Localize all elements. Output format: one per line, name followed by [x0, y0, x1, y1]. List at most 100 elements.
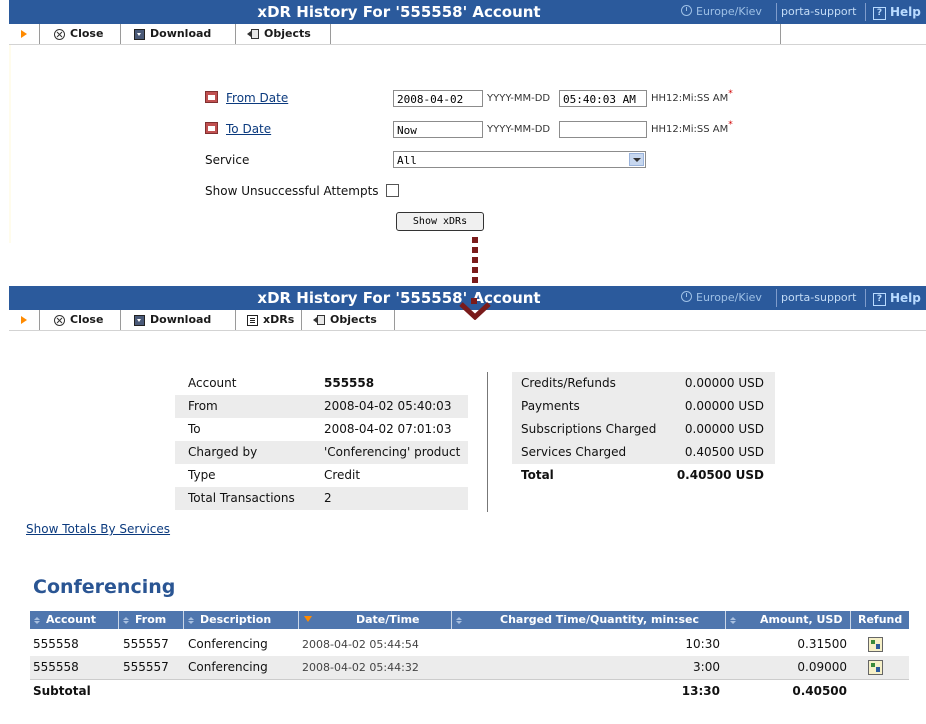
cell-charged: 10:30 — [685, 637, 720, 651]
sort-icon — [123, 617, 129, 624]
col-from[interactable]: From — [123, 611, 166, 629]
from-date-link[interactable]: From Date — [205, 91, 288, 105]
to-date-input[interactable]: Now — [393, 121, 483, 138]
cell-account: 555558 — [33, 637, 79, 651]
summary-label: Services Charged — [521, 445, 627, 459]
summary-label: Charged by — [188, 445, 258, 459]
objects-icon — [247, 29, 259, 39]
to-date-link[interactable]: To Date — [205, 122, 271, 136]
summary-label: Total — [521, 468, 554, 482]
cell-from: 555557 — [123, 660, 169, 674]
page-title: xDR History For '555558' Account — [257, 289, 541, 307]
show-totals-link[interactable]: Show Totals By Services — [26, 522, 170, 536]
cell-charged: 3:00 — [693, 660, 720, 674]
clock-icon — [681, 291, 692, 302]
summary-row: Type Credit — [175, 464, 468, 487]
user-link[interactable]: porta-support — [781, 0, 857, 24]
subtotal-label: Subtotal — [33, 684, 91, 698]
toolbar-menu-toggle[interactable] — [9, 24, 40, 44]
summary-value: 0.40500 USD — [684, 445, 764, 459]
download-button[interactable]: Download — [122, 310, 236, 330]
user-link[interactable]: porta-support — [781, 286, 857, 310]
chevron-down-icon — [629, 153, 644, 166]
help-icon: ? — [873, 293, 886, 306]
service-select[interactable]: All — [393, 151, 646, 168]
service-label: Service — [205, 153, 250, 167]
sort-icon — [730, 617, 736, 624]
summary-value: 2 — [324, 491, 332, 505]
summary-label: Subscriptions Charged — [521, 422, 657, 436]
to-date-format: YYYY-MM-DD — [487, 124, 551, 135]
from-time-input[interactable]: 05:40:03 AM — [559, 90, 647, 107]
summary-label: Credits/Refunds — [521, 376, 616, 390]
subtotal-amount: 0.40500 — [792, 684, 847, 698]
summary-value: 'Conferencing' product — [324, 445, 461, 459]
summary-label: Account — [188, 376, 237, 390]
timezone-link[interactable]: Europe/Kiev — [681, 0, 762, 24]
objects-button[interactable]: Objects — [303, 310, 395, 330]
refund-icon[interactable] — [868, 637, 883, 652]
close-icon — [54, 28, 65, 40]
cell-description: Conferencing — [188, 660, 268, 674]
to-time-format: HH12:Mi:SS AM* — [651, 120, 733, 135]
xdr-filter-panel: xDR History For '555558' Account Europe/… — [9, 0, 926, 245]
cell-amount: 0.09000 — [797, 660, 847, 674]
summary-value: 0.40500 USD — [676, 468, 764, 482]
summary-label: To — [188, 422, 201, 436]
summary-row: Charged by 'Conferencing' product — [175, 441, 468, 464]
summary-label: Type — [188, 468, 216, 482]
close-button[interactable]: Close — [40, 310, 121, 330]
summary-row: Services Charged 0.40500 USD — [512, 441, 775, 464]
calendar-icon — [205, 91, 218, 103]
summary-value: 2008-04-02 07:01:03 — [324, 422, 452, 436]
xdrs-button[interactable]: xDRs — [237, 310, 302, 330]
summary-label: Payments — [521, 399, 580, 413]
summary-value: 0.00000 USD — [684, 399, 764, 413]
clock-icon — [681, 5, 692, 16]
arrow-down-icon — [459, 298, 491, 320]
help-icon: ? — [873, 7, 886, 20]
show-xdrs-button[interactable]: Show xDRs — [396, 212, 484, 231]
objects-icon — [313, 315, 325, 325]
summary-divider — [487, 372, 488, 512]
summary-value: 0.00000 USD — [684, 376, 764, 390]
col-charged[interactable]: Charged Time/Quantity, min:sec — [456, 611, 699, 629]
col-account[interactable]: Account — [34, 611, 96, 629]
timezone-link[interactable]: Europe/Kiev — [681, 286, 762, 310]
summary-label: Total Transactions — [188, 491, 295, 505]
cell-account: 555558 — [33, 660, 79, 674]
help-link[interactable]: ? Help — [873, 286, 921, 310]
summary-row: Total 0.40500 USD — [512, 464, 775, 487]
toolbar-menu-toggle[interactable] — [9, 310, 40, 330]
col-amount[interactable]: Amount, USD — [730, 611, 842, 629]
summary-row: Account 555558 — [175, 372, 468, 395]
table-row: 555558 555557 Conferencing 2008-04-02 05:44… — [30, 633, 909, 656]
summary-row: Subscriptions Charged 0.00000 USD — [512, 418, 775, 441]
summary-value: Credit — [324, 468, 361, 482]
from-time-format: HH12:Mi:SS AM* — [651, 89, 733, 104]
cell-description: Conferencing — [188, 637, 268, 651]
toolbar: Close Download Objects — [9, 24, 926, 45]
summary-row: To 2008-04-02 07:01:03 — [175, 418, 468, 441]
col-refund: Refund — [858, 613, 903, 626]
table-header: Account From Description Date/Time Charg… — [30, 611, 909, 629]
close-button[interactable]: Close — [40, 24, 121, 44]
unsuccessful-checkbox[interactable] — [386, 184, 399, 197]
from-date-format: YYYY-MM-DD — [487, 93, 551, 104]
cell-from: 555557 — [123, 637, 169, 651]
refund-icon[interactable] — [868, 660, 883, 675]
close-icon — [54, 314, 65, 326]
summary-value: 0.00000 USD — [684, 422, 764, 436]
from-date-input[interactable]: 2008-04-02 — [393, 90, 483, 107]
cell-datetime: 2008-04-02 05:44:54 — [302, 638, 419, 651]
help-link[interactable]: ? Help — [873, 0, 921, 24]
filter-form: From Date 2008-04-02 YYYY-MM-DD 05:40:03… — [9, 45, 926, 243]
download-button[interactable]: Download — [122, 24, 236, 44]
subtotal-charged: 13:30 — [681, 684, 720, 698]
col-description[interactable]: Description — [188, 611, 271, 629]
summary-value: 555558 — [324, 376, 375, 390]
download-icon — [134, 314, 145, 326]
col-datetime[interactable]: Date/Time — [304, 611, 420, 629]
objects-button[interactable]: Objects — [237, 24, 331, 44]
to-time-input[interactable] — [559, 121, 647, 138]
